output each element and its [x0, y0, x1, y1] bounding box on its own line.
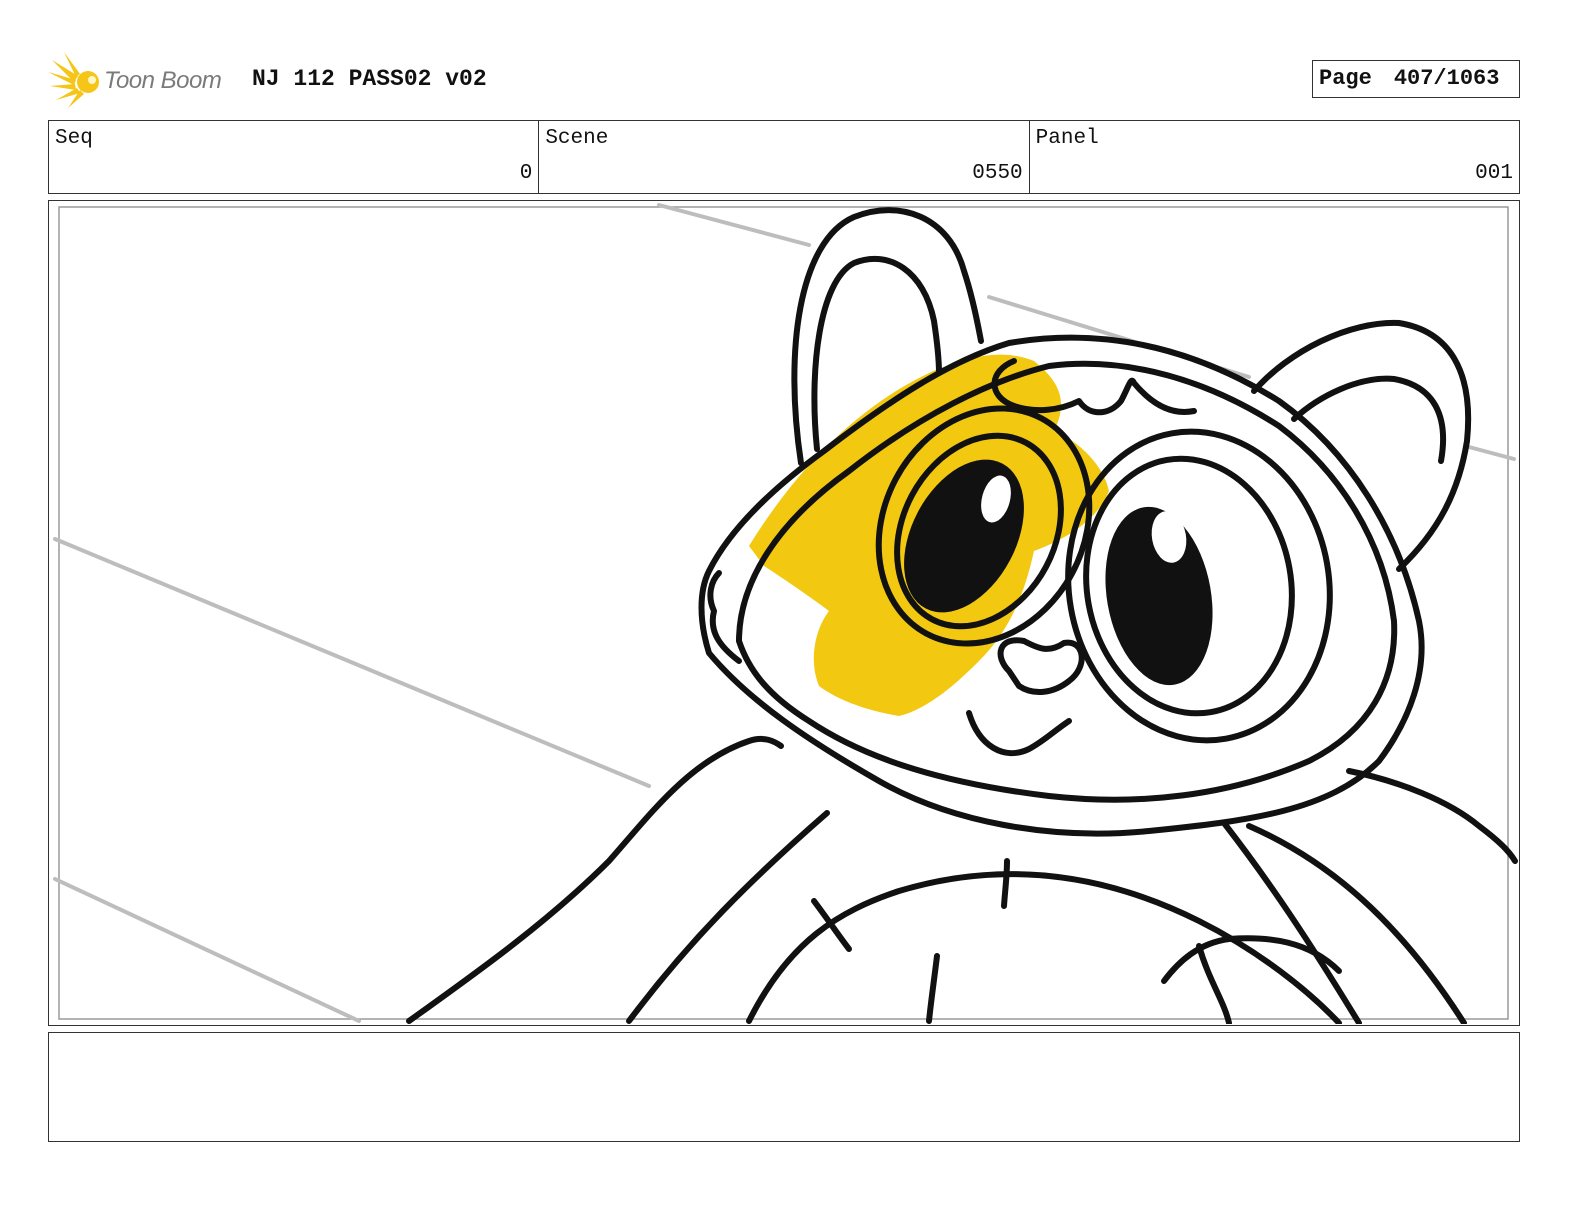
- page-number: 407/1063: [1393, 66, 1500, 91]
- panel-info-row: Seq 0 Scene 0550 Panel 001: [48, 120, 1520, 194]
- scene-field: Scene 0550: [539, 121, 1030, 193]
- seq-field: Seq 0: [49, 121, 540, 193]
- panel-value: 001: [1475, 162, 1513, 185]
- panel-label: Panel: [1035, 127, 1099, 150]
- scene-label: Scene: [545, 127, 609, 150]
- panel-drawing: [53, 203, 1518, 1024]
- seq-value: 0: [519, 162, 533, 185]
- panel-field: Panel 001: [1030, 121, 1519, 193]
- logo-text: Toon Boom: [104, 67, 222, 94]
- project-title: NJ 112 PASS02 v02: [252, 66, 487, 92]
- storyboard-header: Toon Boom NJ 112 PASS02 v02 Page 407/1063: [48, 48, 1520, 112]
- storyboard-panel: [48, 200, 1520, 1026]
- page-indicator: Page 407/1063: [1312, 60, 1520, 98]
- starburst-icon: [48, 52, 99, 108]
- seq-label: Seq: [55, 127, 93, 150]
- panel-notes-box: [48, 1032, 1520, 1142]
- toon-boom-logo: Toon Boom: [48, 50, 238, 110]
- background-guide-lines: [53, 203, 1516, 1023]
- page-label: Page: [1319, 66, 1372, 91]
- scene-value: 0550: [972, 162, 1023, 185]
